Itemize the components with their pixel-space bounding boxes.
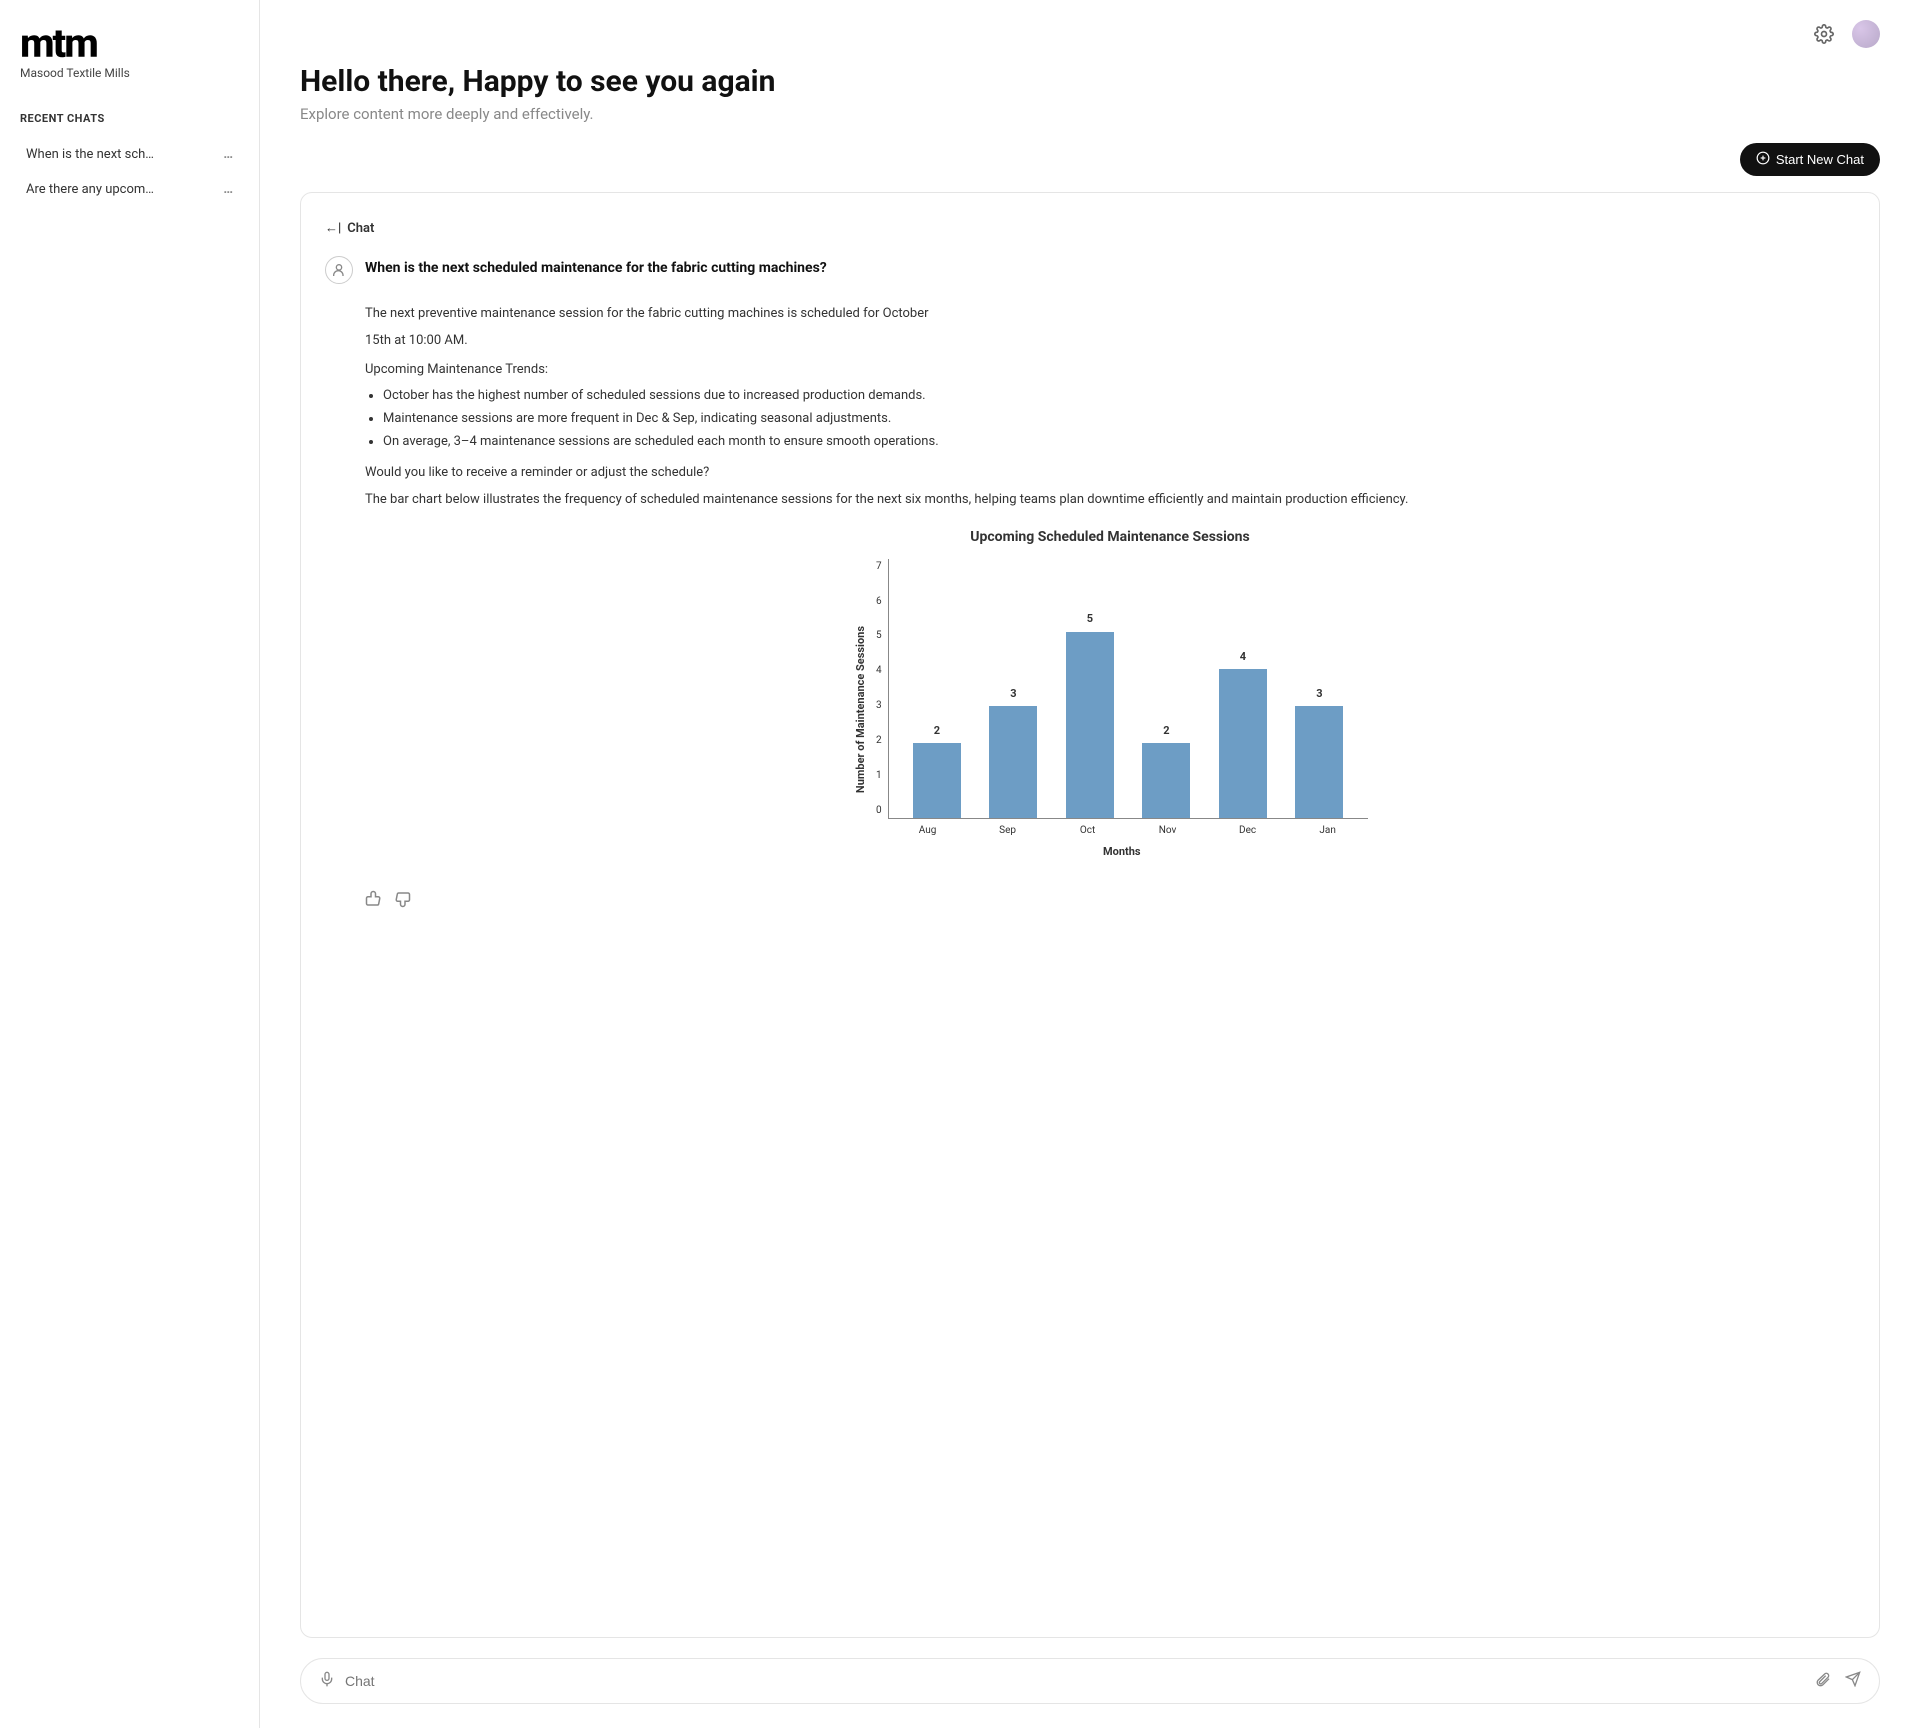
back-arrow-icon: ←| — [325, 220, 341, 236]
bar-group: 2 — [907, 722, 967, 818]
back-to-chat-button[interactable]: ←| Chat — [325, 220, 374, 236]
bar-value-label: 3 — [1316, 685, 1322, 703]
y-axis-label: Number of Maintenance Sessions — [852, 626, 870, 793]
start-new-chat-button[interactable]: Start New Chat — [1740, 143, 1880, 176]
x-tick: Dec — [1218, 823, 1278, 839]
topbar — [1810, 20, 1880, 48]
user-message-text: When is the next scheduled maintenance f… — [365, 256, 827, 284]
x-tick: Aug — [898, 823, 958, 839]
bar-value-label: 2 — [934, 722, 940, 740]
send-icon[interactable] — [1845, 1671, 1861, 1691]
mic-icon[interactable] — [319, 1671, 335, 1691]
y-axis: 7 6 5 4 3 2 1 0 — [876, 559, 888, 819]
bar-value-label: 5 — [1087, 610, 1093, 628]
main-panel: Hello there, Happy to see you again Expl… — [260, 0, 1920, 1728]
chat-panel: ←| Chat When is the next scheduled maint… — [300, 192, 1880, 1638]
hero-subtitle: Explore content more deeply and effectiv… — [300, 105, 1880, 123]
bar-value-label: 4 — [1240, 648, 1246, 666]
settings-icon[interactable] — [1810, 20, 1838, 48]
y-tick: 0 — [876, 803, 882, 819]
y-tick: 7 — [876, 559, 882, 575]
recent-chat-item[interactable]: Are there any upcom… … — [20, 172, 239, 207]
bar-group: 3 — [1289, 685, 1349, 818]
recent-chat-item[interactable]: When is the next sch… … — [20, 137, 239, 172]
chart-title: Upcoming Scheduled Maintenance Sessions — [365, 526, 1855, 548]
more-icon[interactable]: … — [223, 182, 233, 197]
back-label: Chat — [347, 221, 374, 236]
bar — [989, 706, 1037, 817]
bar — [1295, 706, 1343, 817]
trends-list: October has the highest number of schedu… — [383, 386, 1855, 452]
chart: Number of Maintenance Sessions 76543210 … — [830, 559, 1390, 861]
bar-group: 3 — [983, 685, 1043, 818]
x-tick: Jan — [1298, 823, 1358, 839]
hero: Hello there, Happy to see you again Expl… — [300, 64, 1880, 123]
brand-subtitle: Masood Textile Mills — [20, 66, 239, 80]
trend-bullet: Maintenance sessions are more frequent i… — [383, 409, 1855, 430]
answer-intro-1: The next preventive maintenance session … — [365, 304, 1855, 325]
bar — [1219, 669, 1267, 818]
x-tick: Oct — [1058, 823, 1118, 839]
answer-intro-2: 15th at 10:00 AM. — [365, 331, 1855, 352]
thumbs-down-icon[interactable] — [393, 890, 411, 913]
assistant-message: The next preventive maintenance session … — [365, 304, 1855, 860]
x-axis-ticks: Aug Sep Oct Nov Dec Jan — [888, 819, 1368, 839]
x-tick: Sep — [978, 823, 1038, 839]
y-tick: 6 — [876, 594, 882, 610]
bar-group: 2 — [1136, 722, 1196, 818]
sidebar: mtm Masood Textile Mills RECENT CHATS Wh… — [0, 0, 260, 1728]
bar — [913, 743, 961, 817]
x-axis-label: Months — [876, 843, 1368, 861]
y-tick: 3 — [876, 698, 882, 714]
start-new-chat-label: Start New Chat — [1776, 152, 1864, 167]
trend-bullet: October has the highest number of schedu… — [383, 386, 1855, 407]
plus-circle-icon — [1756, 151, 1770, 168]
user-message: When is the next scheduled maintenance f… — [325, 256, 1855, 284]
recent-chat-title: When is the next sch… — [26, 147, 154, 162]
hero-title: Hello there, Happy to see you again — [300, 64, 1880, 99]
y-tick: 2 — [876, 733, 882, 749]
answer-followup: Would you like to receive a reminder or … — [365, 463, 1855, 484]
chat-input[interactable] — [345, 1673, 1805, 1689]
new-chat-row: Start New Chat — [300, 143, 1880, 176]
y-tick: 4 — [876, 663, 882, 679]
chat-composer — [300, 1658, 1880, 1704]
bar — [1066, 632, 1114, 818]
feedback-row — [365, 890, 1855, 913]
user-avatar[interactable] — [1852, 20, 1880, 48]
app-root: mtm Masood Textile Mills RECENT CHATS Wh… — [0, 0, 1920, 1728]
recent-chat-title: Are there any upcom… — [26, 182, 154, 197]
y-tick: 5 — [876, 628, 882, 644]
attach-icon[interactable] — [1815, 1671, 1831, 1691]
plot-area: 2 3 5 2 4 3 — [888, 559, 1368, 819]
x-tick: Nov — [1138, 823, 1198, 839]
trends-heading: Upcoming Maintenance Trends: — [365, 360, 1855, 381]
trend-bullet: On average, 3–4 maintenance sessions are… — [383, 432, 1855, 453]
y-tick: 1 — [876, 768, 882, 784]
more-icon[interactable]: … — [223, 147, 233, 162]
bar-value-label: 3 — [1010, 685, 1016, 703]
answer-outro: The bar chart below illustrates the freq… — [365, 490, 1855, 511]
brand-logo: mtm — [20, 24, 239, 64]
thumbs-up-icon[interactable] — [365, 890, 383, 913]
bar-value-label: 2 — [1163, 722, 1169, 740]
bar — [1142, 743, 1190, 817]
recent-chats-label: RECENT CHATS — [20, 112, 239, 125]
bar-group: 5 — [1060, 610, 1120, 817]
bar-group: 4 — [1213, 648, 1273, 818]
user-icon — [325, 256, 353, 284]
brand-block: mtm Masood Textile Mills — [20, 24, 239, 80]
